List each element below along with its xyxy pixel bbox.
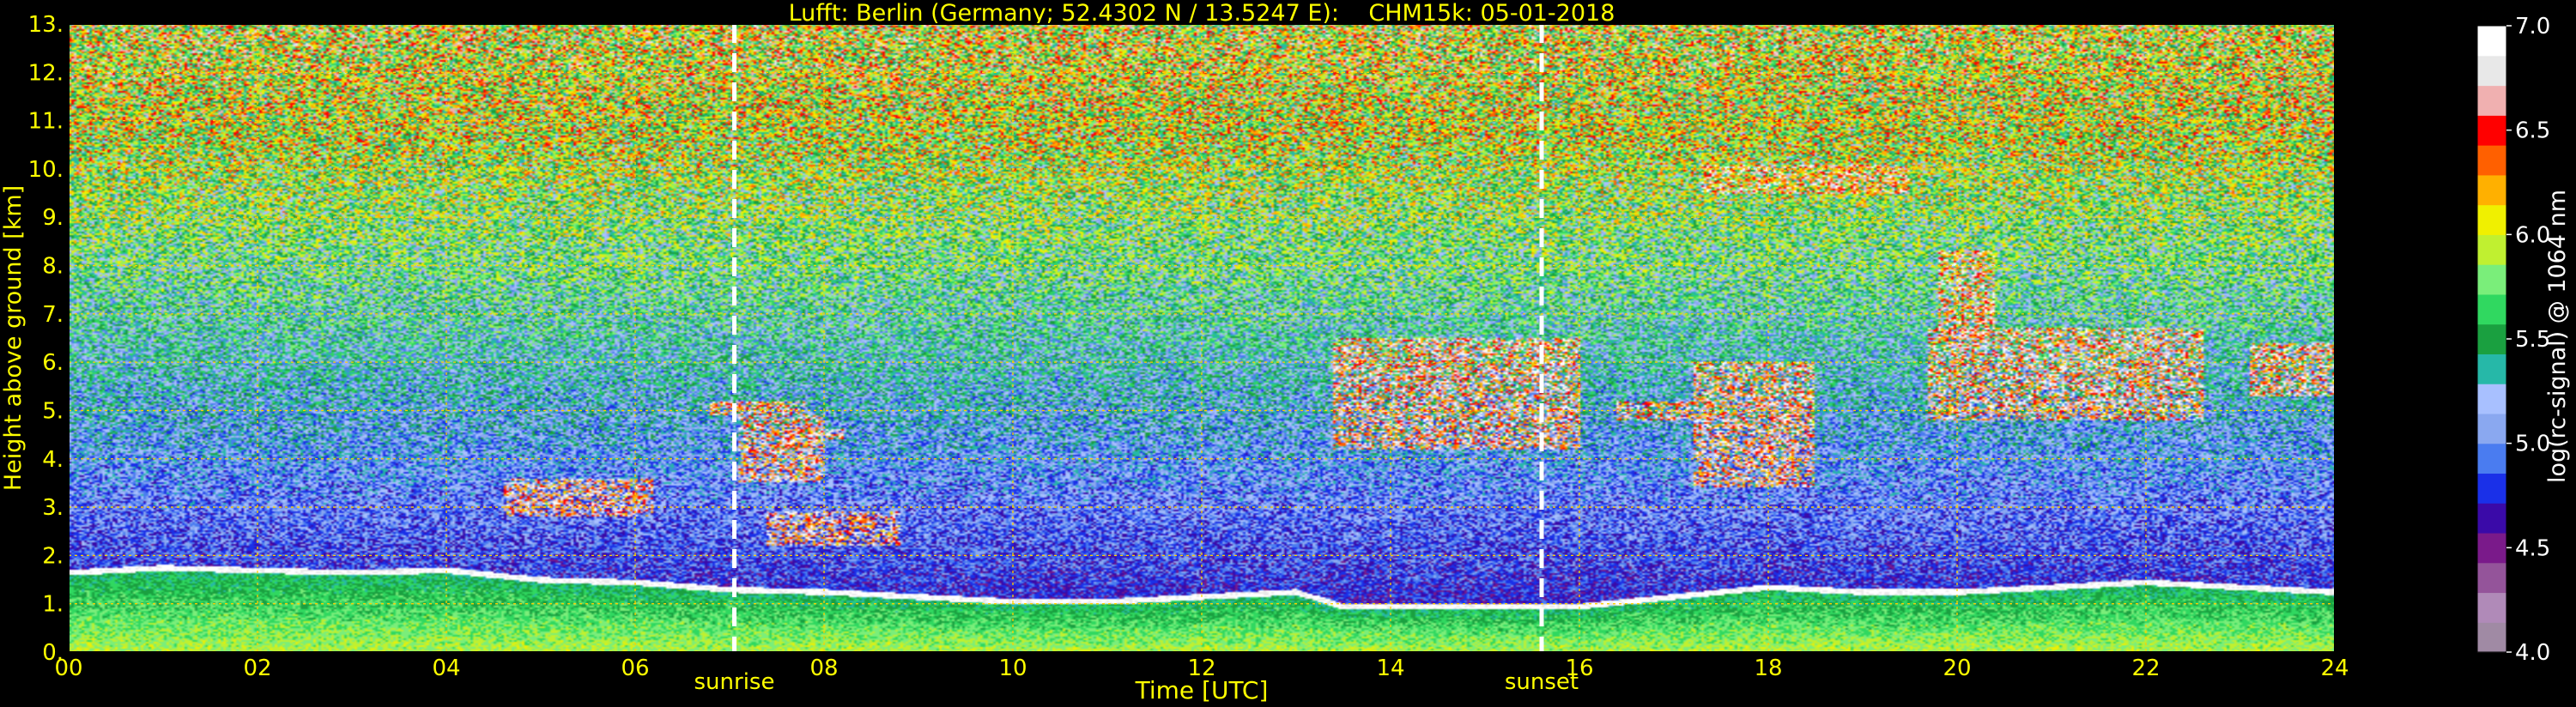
colorbar-segment — [2477, 532, 2506, 564]
y-tick-label: 5. — [42, 398, 64, 424]
colorbar-segment — [2477, 234, 2506, 265]
chart-title: Lufft: Berlin (Germany; 52.4302 N / 13.5… — [789, 0, 1615, 27]
colorbar-segment — [2477, 443, 2506, 474]
y-tick-label: 12. — [28, 60, 64, 86]
colorbar-segment — [2477, 413, 2506, 444]
x-tick-label: 20 — [1943, 656, 1971, 681]
y-tick-label: 8. — [42, 254, 64, 280]
plot-area — [68, 23, 2336, 653]
y-tick-label: 2. — [42, 543, 64, 569]
colorbar-segment — [2477, 55, 2506, 87]
colorbar — [2476, 25, 2507, 653]
x-tick-label: 00 — [54, 656, 82, 681]
colorbar-segment — [2477, 293, 2506, 325]
colorbar-segment — [2477, 384, 2506, 414]
colorbar-tick-label: 4.5 — [2515, 535, 2550, 561]
x-tick-label: 14 — [1376, 656, 1404, 681]
ceilometer-figure: Lufft: Berlin (Germany; 52.4302 N / 13.5… — [0, 0, 2576, 707]
y-tick-label: 11. — [28, 109, 64, 135]
x-tick-label: 10 — [998, 656, 1027, 681]
colorbar-segment — [2477, 204, 2506, 235]
y-tick-label: 13. — [28, 12, 64, 38]
colorbar-segment — [2477, 26, 2506, 57]
y-tick-label: 3. — [42, 495, 64, 521]
colorbar-segment — [2477, 115, 2506, 146]
x-axis-label: Time [UTC] — [1135, 676, 1269, 704]
colorbar-segment — [2477, 592, 2506, 623]
y-axis-label: Height above ground [km] — [0, 185, 27, 491]
y-tick-label: 10. — [28, 157, 64, 183]
colorbar-segment — [2477, 174, 2506, 206]
colorbar-segment — [2477, 264, 2506, 295]
colorbar-segment — [2477, 562, 2506, 594]
x-tick-label: 04 — [432, 656, 460, 681]
colorbar-segment — [2477, 354, 2506, 384]
colorbar-segment — [2477, 473, 2506, 504]
y-tick-label: 9. — [42, 205, 64, 231]
colorbar-tick-label: 6.5 — [2515, 118, 2550, 144]
x-tick-label: 18 — [1754, 656, 1782, 681]
colorbar-tick-label: 7.0 — [2515, 14, 2550, 39]
colorbar-label: log(rc-signal) @ 1064 nm — [2544, 190, 2571, 483]
x-tick-label: 02 — [243, 656, 271, 681]
x-tick-label: 22 — [2131, 656, 2160, 681]
x-tick-label: 08 — [809, 656, 838, 681]
colorbar-tick-label: 4.0 — [2515, 640, 2550, 666]
colorbar-segment — [2477, 622, 2506, 653]
x-tick-label: 06 — [621, 656, 649, 681]
y-tick-label: 4. — [42, 447, 64, 473]
x-tick-label: 24 — [2320, 656, 2349, 681]
y-tick-label: 7. — [42, 302, 64, 328]
event-label: sunset — [1505, 669, 1579, 695]
y-tick-label: 6. — [42, 350, 64, 376]
y-tick-label: 1. — [42, 592, 64, 618]
colorbar-segment — [2477, 503, 2506, 534]
colorbar-segment — [2477, 85, 2506, 116]
colorbar-segment — [2477, 145, 2506, 176]
event-label: sunrise — [694, 669, 775, 695]
colorbar-segment — [2477, 323, 2506, 354]
